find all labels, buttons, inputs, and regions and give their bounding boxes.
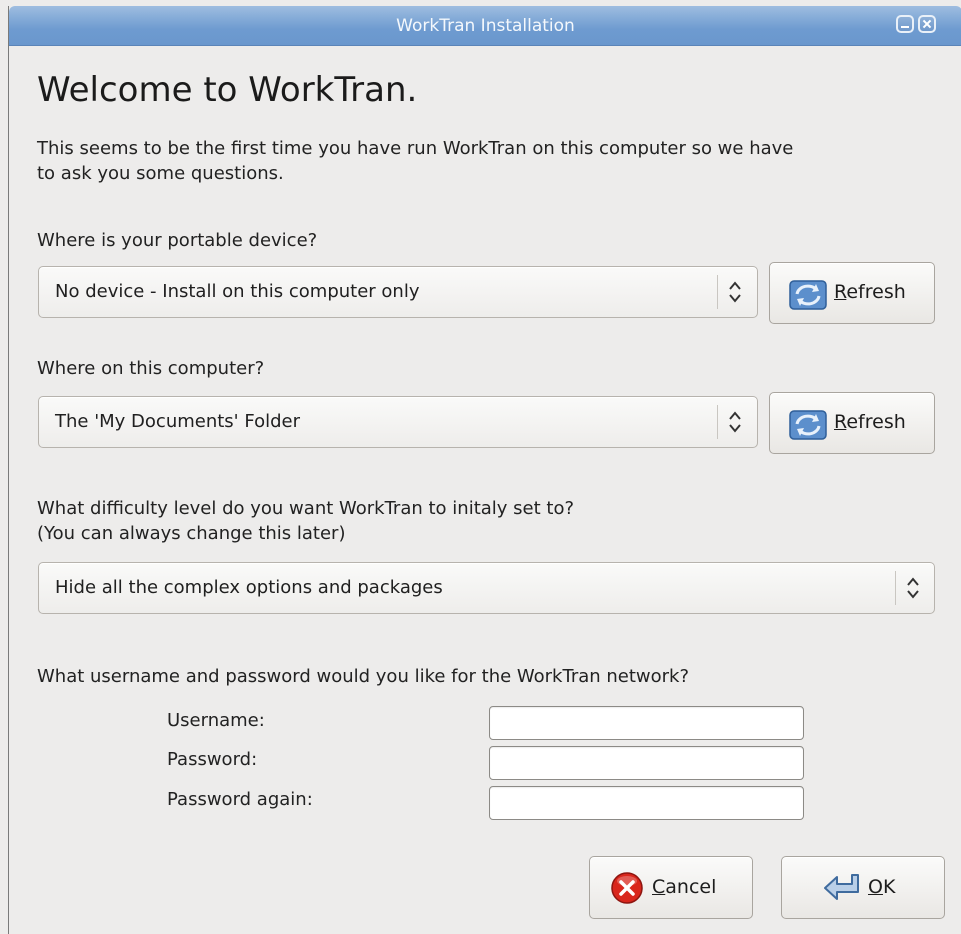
refresh-icon <box>789 280 827 310</box>
close-button[interactable] <box>918 15 936 33</box>
up-down-arrows-icon <box>907 577 919 599</box>
refresh-icon <box>789 410 827 440</box>
password-again-label: Password again: <box>167 789 313 810</box>
device-question: Where is your portable device? <box>37 230 318 251</box>
location-question: Where on this computer? <box>37 358 265 379</box>
cancel-button[interactable]: Cancel <box>589 856 753 919</box>
refresh-device-button[interactable]: Refresh <box>769 262 935 324</box>
cancel-icon <box>611 872 643 904</box>
location-select[interactable]: The 'My Documents' Folder <box>38 396 758 448</box>
refresh-label: efresh <box>846 411 906 433</box>
cancel-accel: C <box>652 876 666 898</box>
password-again-field[interactable] <box>489 786 804 820</box>
installer-window: WorkTran Installation Welcome to WorkTra… <box>8 6 961 934</box>
ok-button[interactable]: OK <box>781 856 945 919</box>
intro-text: This seems to be the first time you have… <box>37 138 794 184</box>
username-field[interactable] <box>489 706 804 740</box>
refresh-accel: R <box>834 281 847 303</box>
cancel-label: ancel <box>665 876 717 898</box>
minimize-button[interactable] <box>896 15 914 33</box>
device-select-value: No device - Install on this computer onl… <box>55 281 420 302</box>
refresh-accel: R <box>834 411 847 433</box>
account-question: What username and password would you lik… <box>37 666 690 687</box>
difficulty-select-value: Hide all the complex options and package… <box>55 577 443 598</box>
ok-label: K <box>882 876 896 898</box>
password-label: Password: <box>167 749 258 770</box>
location-select-value: The 'My Documents' Folder <box>55 411 300 432</box>
password-field[interactable] <box>489 746 804 780</box>
ok-icon <box>824 874 859 900</box>
title-bar[interactable]: WorkTran Installation <box>9 6 961 46</box>
window-title: WorkTran Installation <box>396 16 575 36</box>
ok-accel: O <box>868 876 883 898</box>
device-select[interactable]: No device - Install on this computer onl… <box>38 266 758 318</box>
difficulty-question: What difficulty level do you want WorkTr… <box>37 498 575 544</box>
username-label: Username: <box>167 710 265 731</box>
up-down-arrows-icon <box>729 411 741 433</box>
up-down-arrows-icon <box>729 281 741 303</box>
difficulty-select[interactable]: Hide all the complex options and package… <box>38 562 935 614</box>
refresh-label: efresh <box>846 281 906 303</box>
page-title: Welcome to WorkTran. <box>37 70 418 110</box>
refresh-location-button[interactable]: Refresh <box>769 392 935 454</box>
